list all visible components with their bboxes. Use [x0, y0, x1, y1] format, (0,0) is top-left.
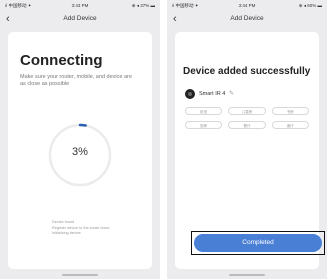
home-indicator	[229, 274, 265, 276]
connecting-card: Connecting Make sure your router, mobile…	[8, 32, 152, 269]
status-bar: ıl 中国移动 ✦ 3:44 PM ⊕ ◂ 60% ▬	[167, 0, 327, 12]
room-chip[interactable]: 客厅	[271, 121, 309, 129]
nav-bar: ‹ Add Device	[0, 12, 160, 28]
device-added-screen: ıl 中国移动 ✦ 3:44 PM ⊕ ◂ 60% ▬ ‹ Add Device…	[167, 0, 327, 279]
nav-title: Add Device	[230, 15, 264, 22]
edit-pencil-icon[interactable]: ✎	[229, 90, 234, 97]
home-indicator	[62, 274, 98, 276]
battery-indicator: ⊕ ◂ 60% ▬	[298, 3, 322, 8]
room-chip[interactable]: 卧室	[185, 107, 223, 115]
page-title: Connecting	[20, 52, 103, 69]
nav-title: Add Device	[63, 15, 97, 22]
progress-percent: 3%	[72, 146, 88, 158]
room-chip[interactable]: 餐厅	[228, 121, 266, 129]
room-selector: 卧室 儿童房 书房 厨房 餐厅 客厅	[185, 107, 309, 129]
completed-button[interactable]: Completed	[194, 234, 322, 252]
connecting-hint: Make sure your router, mobile, and devic…	[20, 74, 132, 87]
device-icon	[185, 89, 195, 99]
room-chip[interactable]: 厨房	[185, 121, 223, 129]
step-initializing: Initializing device	[52, 231, 81, 235]
room-chip[interactable]: 儿童房	[228, 107, 266, 115]
status-bar: ıl 中国移动 ✦ 3:43 PM ⊕ ◂ 37% ▬	[0, 0, 160, 12]
page-title: Device added successfully	[183, 66, 311, 77]
room-chip[interactable]: 书房	[271, 107, 309, 115]
connecting-screen: ıl 中国移动 ✦ 3:43 PM ⊕ ◂ 37% ▬ ‹ Add Device…	[0, 0, 160, 279]
connection-steps: Device found Register device to the smar…	[52, 220, 132, 237]
nav-bar: ‹ Add Device	[167, 12, 327, 28]
battery-indicator: ⊕ ◂ 37% ▬	[131, 3, 155, 8]
device-name: Smart IR 4	[199, 91, 226, 97]
